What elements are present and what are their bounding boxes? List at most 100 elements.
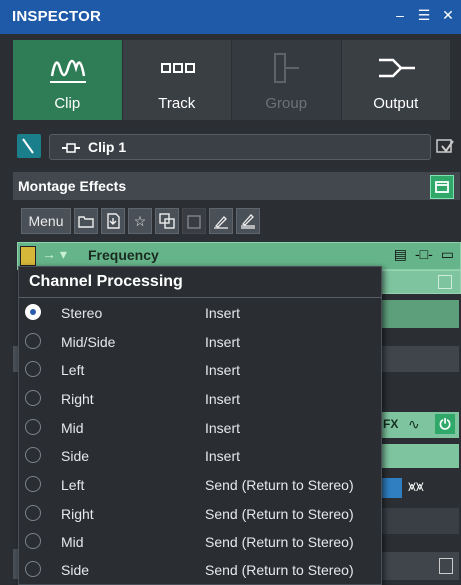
background-slot	[380, 346, 459, 372]
option-right-insert[interactable]: Right Insert	[19, 385, 381, 413]
favorite-star-icon[interactable]: ☆	[128, 208, 152, 234]
popup-title: Channel Processing	[29, 273, 183, 290]
collapse-icon	[435, 181, 449, 193]
edit-all-icon[interactable]	[236, 208, 260, 234]
option-mode: Insert	[205, 391, 241, 407]
effect-slot-icons: ▤ -□- ▭	[394, 246, 454, 263]
option-mode: Insert	[205, 448, 241, 464]
background-slot	[380, 300, 459, 328]
option-mode: Send (Return to Stereo)	[205, 506, 354, 522]
output-icon	[378, 58, 415, 78]
wave-icon: ∿	[408, 416, 420, 432]
fx-icon: FX	[383, 417, 399, 431]
option-right-send[interactable]: Right Send (Return to Stereo)	[19, 500, 381, 528]
radio-button[interactable]	[25, 476, 41, 492]
clip-pin-button[interactable]	[17, 134, 41, 158]
clip-selector[interactable]: Clip 1	[49, 134, 431, 160]
channel-processing-popup: Channel Processing Stereo Insert Mid/Sid…	[18, 266, 382, 585]
option-midside-insert[interactable]: Mid/Side Insert	[19, 328, 381, 356]
window-icon	[438, 275, 452, 289]
radio-button[interactable]	[25, 333, 41, 349]
pin-icon	[22, 138, 34, 154]
tab-clip[interactable]: Clip	[13, 40, 123, 120]
tab-track[interactable]: Track	[122, 40, 232, 120]
clip-check-icon[interactable]	[434, 136, 456, 158]
option-channel: Side	[61, 562, 90, 578]
background-slot	[380, 444, 459, 468]
open-folder-icon[interactable]	[74, 208, 98, 234]
panel-icon	[439, 558, 453, 574]
tab-output-label: Output	[373, 95, 419, 112]
inspector-tabs: Clip Track Group Output	[13, 40, 451, 120]
divider	[19, 297, 381, 298]
option-mode: Send (Return to Stereo)	[205, 534, 354, 550]
menu-button[interactable]: Menu	[21, 208, 71, 234]
tab-group[interactable]: Group	[232, 40, 342, 120]
option-mode: Insert	[205, 305, 241, 321]
background-slot	[380, 270, 461, 294]
window-icon[interactable]: ▭	[441, 246, 454, 263]
meter-icon[interactable]	[380, 478, 402, 498]
option-mode: Send (Return to Stereo)	[205, 562, 354, 578]
option-left-insert[interactable]: Left Insert	[19, 356, 381, 384]
header-controls: – ☰ ✕	[393, 7, 455, 24]
background-slot: ⩙⩙	[380, 476, 459, 502]
panel-title: INSPECTOR	[12, 8, 102, 25]
option-channel: Left	[61, 477, 85, 493]
radio-button[interactable]	[25, 561, 41, 577]
preset-icon[interactable]: ▤	[394, 246, 407, 263]
tab-clip-label: Clip	[54, 95, 81, 112]
option-mid-send[interactable]: Mid Send (Return to Stereo)	[19, 528, 381, 556]
tab-output[interactable]: Output	[341, 40, 451, 120]
channel-processing-handle[interactable]	[20, 246, 36, 266]
background-slot: FX ∿ ⏻	[380, 412, 459, 438]
option-channel: Mid/Side	[61, 334, 116, 350]
clip-link-icon[interactable]: -□-	[415, 246, 433, 263]
radio-button[interactable]	[25, 304, 41, 320]
close-icon[interactable]: ✕	[441, 7, 455, 24]
radio-button[interactable]	[25, 390, 41, 406]
option-mid-insert[interactable]: Mid Insert	[19, 414, 381, 442]
chevron-arrows-icon: → ▾	[42, 246, 67, 262]
clip-row: Clip 1	[13, 134, 460, 160]
option-channel: Stereo	[61, 305, 103, 321]
radio-button[interactable]	[25, 533, 41, 549]
option-channel: Right	[61, 391, 94, 407]
track-icon	[160, 63, 195, 73]
option-channel: Side	[61, 448, 90, 464]
radio-button[interactable]	[25, 419, 41, 435]
option-side-send[interactable]: Side Send (Return to Stereo)	[19, 556, 381, 584]
option-mode: Send (Return to Stereo)	[205, 477, 354, 493]
power-icon[interactable]: ⏻	[435, 414, 455, 434]
group-icon	[274, 53, 299, 83]
option-channel: Left	[61, 362, 85, 378]
montage-effects-header[interactable]: Montage Effects	[13, 172, 460, 200]
option-side-insert[interactable]: Side Insert	[19, 442, 381, 470]
tab-group-label: Group	[265, 95, 308, 112]
radio-button[interactable]	[25, 361, 41, 377]
effects-toolbar: Menu ☆	[21, 208, 261, 234]
option-stereo-insert[interactable]: Stereo Insert	[19, 299, 381, 327]
waveform-pair-icon[interactable]: ⩙⩙	[408, 478, 424, 495]
effect-name: Frequency	[88, 247, 159, 263]
option-channel: Mid	[61, 534, 84, 550]
save-icon[interactable]	[101, 208, 125, 234]
radio-button[interactable]	[25, 447, 41, 463]
option-mode: Insert	[205, 420, 241, 436]
tab-track-label: Track	[158, 95, 196, 112]
menu-icon[interactable]: ☰	[417, 7, 431, 24]
clip-waveform-icon	[50, 59, 86, 83]
section-collapse-button[interactable]	[430, 175, 454, 199]
background-slot	[380, 552, 459, 580]
paste-icon[interactable]	[182, 208, 206, 234]
option-channel: Right	[61, 506, 94, 522]
option-left-send[interactable]: Left Send (Return to Stereo)	[19, 471, 381, 499]
minimize-icon[interactable]: –	[393, 7, 407, 24]
radio-button[interactable]	[25, 505, 41, 521]
option-mode: Insert	[205, 362, 241, 378]
edit-icon[interactable]	[209, 208, 233, 234]
option-channel: Mid	[61, 420, 84, 436]
clip-icon	[62, 143, 80, 153]
copy-icon[interactable]	[155, 208, 179, 234]
section-title: Montage Effects	[18, 178, 127, 194]
